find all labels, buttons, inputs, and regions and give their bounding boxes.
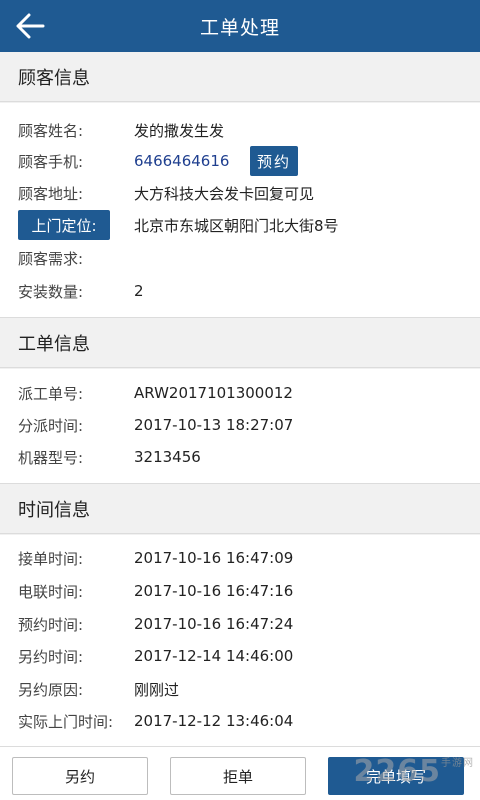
appointment-time-value: 2017-10-16 16:47:24 [134, 615, 294, 633]
reschedule-time-value: 2017-12-14 14:46:00 [134, 647, 294, 665]
dispatch-number-label: 派工单号: [18, 384, 84, 403]
actual-visit-time-label: 实际上门时间: [18, 712, 114, 731]
customer-demand-label: 顾客需求: [18, 249, 84, 268]
back-button[interactable] [10, 8, 50, 44]
dispatch-number-value: ARW2017101300012 [134, 384, 293, 402]
actual-visit-time-row: 实际上门时间: 2017-12-12 13:46:04 [0, 706, 480, 736]
customer-info-section: 顾客姓名: 发的撒发生发 顾客手机: 6466464616 预约 顾客地址: 大… [0, 103, 480, 318]
watermark-logo: 2265手游网 [353, 754, 474, 789]
time-info-section: 接单时间: 2017-10-16 16:47:09 电联时间: 2017-10-… [0, 535, 480, 746]
call-time-row: 电联时间: 2017-10-16 16:47:16 [0, 576, 480, 606]
actual-visit-time-value: 2017-12-12 13:46:04 [134, 712, 294, 730]
assign-time-value: 2017-10-13 18:27:07 [134, 416, 294, 434]
appointment-time-label: 预约时间: [18, 615, 84, 634]
reject-order-button[interactable]: 拒单 [170, 757, 306, 795]
receive-time-row: 接单时间: 2017-10-16 16:47:09 [0, 543, 480, 573]
machine-model-value: 3213456 [134, 448, 201, 466]
machine-model-label: 机器型号: [18, 448, 84, 467]
top-app-bar: 工单处理 [0, 0, 480, 52]
reschedule-reason-label: 另约原因: [18, 680, 84, 699]
customer-name-row: 顾客姓名: 发的撒发生发 [0, 115, 480, 145]
customer-name-value: 发的撒发生发 [134, 121, 225, 140]
customer-address-row: 顾客地址: 大方科技大会发卡回复可见 [0, 178, 480, 208]
customer-phone-row: 顾客手机: 6466464616 预约 [0, 146, 480, 176]
call-time-value: 2017-10-16 16:47:16 [134, 582, 294, 600]
reschedule-reason-value: 刚刚过 [134, 680, 180, 699]
customer-name-label: 顾客姓名: [18, 121, 84, 140]
customer-phone-value[interactable]: 6466464616 [134, 152, 229, 170]
order-info-section: 派工单号: ARW2017101300012 分派时间: 2017-10-13 … [0, 369, 480, 484]
reschedule-time-label: 另约时间: [18, 647, 84, 666]
dispatch-number-row: 派工单号: ARW2017101300012 [0, 378, 480, 408]
book-button[interactable]: 预约 [250, 146, 298, 176]
customer-address-value: 大方科技大会发卡回复可见 [134, 184, 315, 203]
arrow-left-icon [16, 13, 45, 39]
section-header-time: 时间信息 [0, 484, 480, 534]
reschedule-button[interactable]: 另约 [12, 757, 148, 795]
install-quantity-row: 安装数量: 2 [0, 276, 480, 306]
assign-time-row: 分派时间: 2017-10-13 18:27:07 [0, 410, 480, 440]
customer-address-label: 顾客地址: [18, 184, 84, 203]
section-header-order: 工单信息 [0, 318, 480, 368]
reschedule-time-row: 另约时间: 2017-12-14 14:46:00 [0, 641, 480, 671]
customer-phone-label: 顾客手机: [18, 152, 84, 171]
page-title: 工单处理 [199, 16, 280, 39]
customer-location-row: 上门定位: 北京市东城区朝阳门北大街8号 [0, 210, 480, 240]
customer-demand-row: 顾客需求: [0, 243, 480, 273]
install-quantity-label: 安装数量: [18, 282, 84, 301]
section-header-customer: 顾客信息 [0, 52, 480, 102]
reschedule-reason-row: 另约原因: 刚刚过 [0, 674, 480, 704]
install-quantity-value: 2 [134, 282, 144, 300]
machine-model-row: 机器型号: 3213456 [0, 442, 480, 472]
appointment-time-row: 预约时间: 2017-10-16 16:47:24 [0, 609, 480, 639]
locate-button[interactable]: 上门定位: [18, 210, 110, 240]
receive-time-label: 接单时间: [18, 549, 84, 568]
receive-time-value: 2017-10-16 16:47:09 [134, 549, 294, 567]
assign-time-label: 分派时间: [18, 416, 84, 435]
customer-location-value: 北京市东城区朝阳门北大街8号 [134, 216, 339, 235]
call-time-label: 电联时间: [18, 582, 84, 601]
